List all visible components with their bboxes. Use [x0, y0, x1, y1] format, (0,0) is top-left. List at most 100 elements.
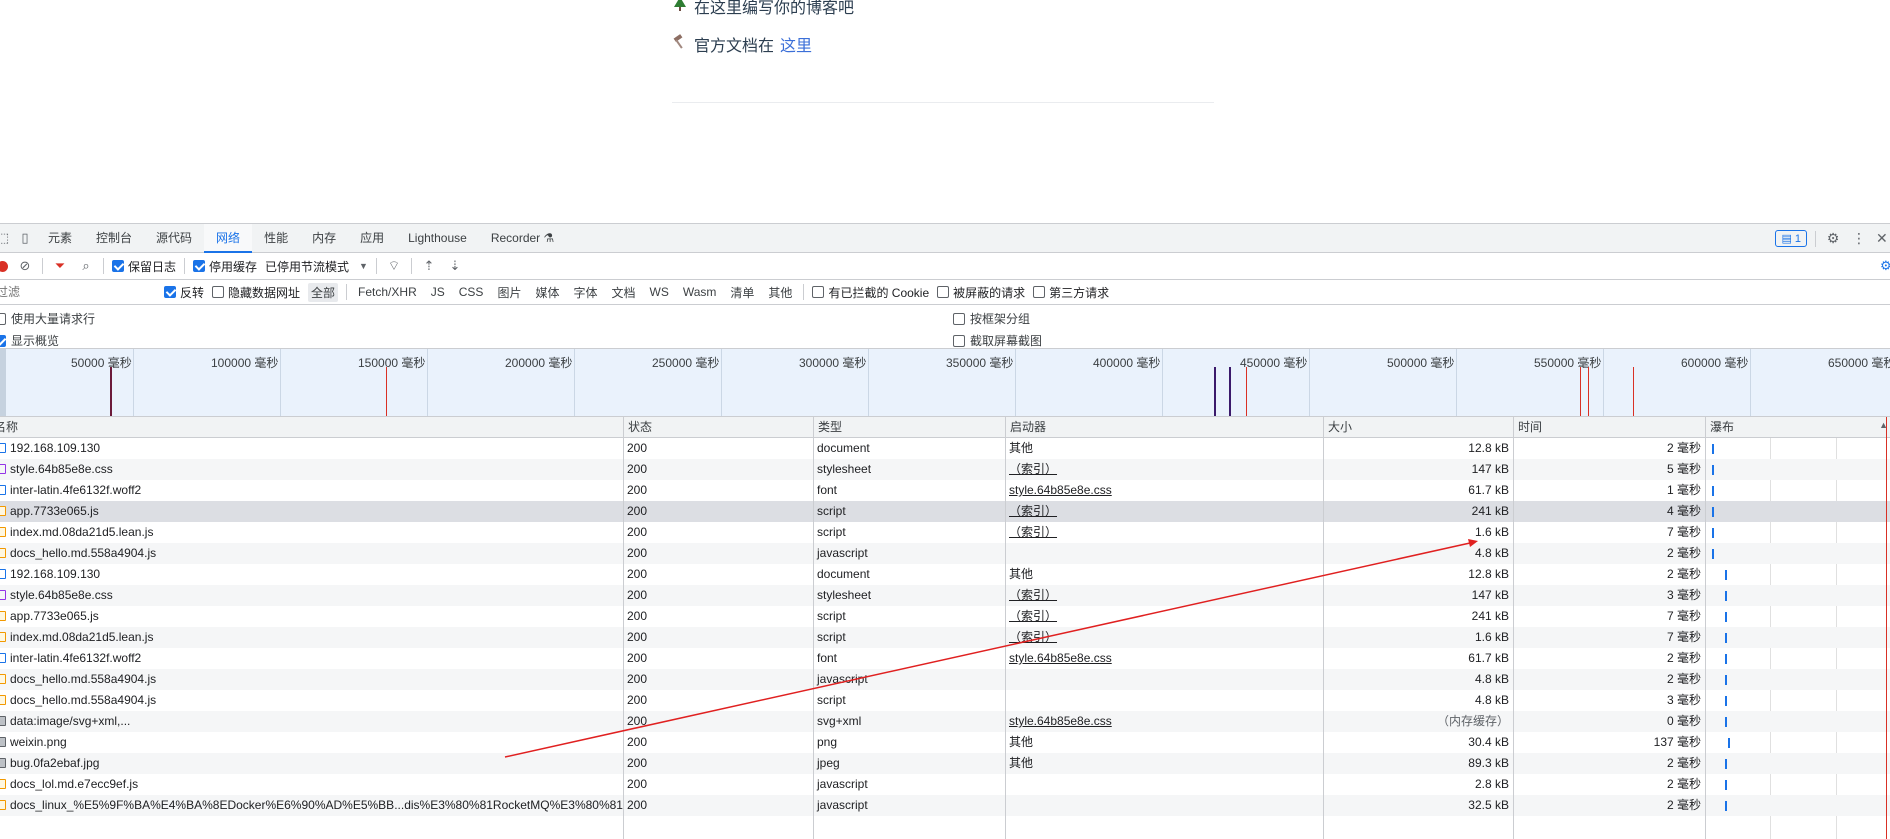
export-har-icon[interactable]: ⇣ [446, 258, 464, 274]
tab-console[interactable]: 控制台 [84, 224, 144, 253]
show-overview-check[interactable] [0, 334, 6, 347]
table-row[interactable]: inter-latin.4fe6132f.woff2 200 font style.6… [0, 480, 1890, 501]
type-filter-css[interactable]: CSS [456, 284, 487, 300]
table-row[interactable]: index.md.08da21d5.lean.js 200 script （索引） 1.… [0, 522, 1890, 543]
tab-application[interactable]: 应用 [348, 224, 396, 253]
hide-data-urls-checkbox[interactable]: 隐藏数据网址 [212, 284, 300, 301]
filter-input[interactable] [0, 282, 156, 302]
group-by-frame-check[interactable] [953, 312, 965, 325]
table-row[interactable]: docs_hello.md.558a4904.js 200 javascript 4.… [0, 543, 1890, 564]
issues-badge[interactable]: ▤ 1 [1775, 230, 1807, 247]
column-divider[interactable] [1005, 417, 1006, 839]
cell-initiator[interactable]: （索引） [1005, 585, 1323, 606]
invert-check[interactable] [164, 286, 176, 298]
cell-initiator[interactable]: （索引） [1005, 459, 1323, 480]
type-filter-media[interactable]: 媒体 [532, 283, 562, 302]
gear-icon[interactable]: ⚙ [1824, 230, 1842, 247]
type-filter-font[interactable]: 字体 [570, 283, 600, 302]
cell-initiator[interactable]: （索引） [1005, 627, 1323, 648]
cell-initiator[interactable]: style.64b85e8e.css [1005, 480, 1323, 501]
table-row[interactable]: docs_lol.md.e7ecc9ef.js 200 javascript 2.8 … [0, 774, 1890, 795]
type-filter-ws[interactable]: WS [647, 284, 672, 300]
tab-memory[interactable]: 内存 [300, 224, 348, 253]
column-header-size[interactable]: 大小 [1323, 417, 1513, 438]
blocked-cookies-check[interactable] [812, 286, 825, 298]
column-divider[interactable] [623, 417, 624, 839]
record-icon[interactable] [0, 260, 8, 272]
column-header-status[interactable]: 状态 [623, 417, 813, 438]
cell-initiator[interactable]: （索引） [1005, 501, 1323, 522]
big-rows-check[interactable] [0, 312, 6, 325]
cell-initiator[interactable]: style.64b85e8e.css [1005, 648, 1323, 669]
type-filter-js[interactable]: JS [428, 284, 448, 300]
table-row[interactable]: 192.168.109.130 200 document 其他 12.8 kB 2 毫秒 [0, 564, 1890, 585]
type-filter-wasm[interactable]: Wasm [680, 284, 720, 300]
type-filter-xhr[interactable]: Fetch/XHR [355, 284, 420, 300]
cell-initiator[interactable]: （索引） [1005, 522, 1323, 543]
table-row[interactable]: docs_linux_%E5%9F%BA%E4%BA%8EDocker%E6%9… [0, 795, 1890, 816]
table-row[interactable]: index.md.08da21d5.lean.js 200 script （索引） 1.… [0, 627, 1890, 648]
table-row[interactable]: docs_hello.md.558a4904.js 200 script 4.8 kB… [0, 690, 1890, 711]
disable-cache-check[interactable] [193, 260, 206, 272]
invert-checkbox[interactable]: 反转 [164, 284, 204, 301]
cell-initiator[interactable]: 其他 [1005, 564, 1323, 585]
column-header-waterfall[interactable]: 瀑布 [1705, 417, 1890, 438]
show-overview-checkbox[interactable]: 显示概览 [0, 332, 59, 349]
tab-lighthouse[interactable]: Lighthouse [396, 224, 479, 253]
table-row[interactable]: style.64b85e8e.css 200 stylesheet （索引） 147 k… [0, 585, 1890, 606]
inspect-element-icon[interactable]: ⬚ [0, 224, 14, 253]
third-party-checkbox[interactable]: 第三方请求 [1033, 284, 1109, 301]
settings-gear-icon[interactable]: ⚙ [1880, 258, 1890, 274]
column-header-type[interactable]: 类型 [813, 417, 1005, 438]
cell-initiator[interactable]: （索引） [1005, 606, 1323, 627]
table-row[interactable]: 192.168.109.130 200 document 其他 12.8 kB 2 毫秒 [0, 438, 1890, 459]
hide-data-urls-check[interactable] [212, 286, 225, 298]
type-filter-img[interactable]: 图片 [494, 283, 524, 302]
capture-screenshots-check[interactable] [953, 334, 965, 347]
more-options-icon[interactable]: ⋮ [1850, 230, 1868, 247]
third-party-check[interactable] [1033, 286, 1046, 298]
type-filter-other[interactable]: 其他 [765, 283, 795, 302]
table-row[interactable]: inter-latin.4fe6132f.woff2 200 font style.6… [0, 648, 1890, 669]
capture-screenshots-checkbox[interactable]: 截取屏幕截图 [953, 332, 1042, 349]
close-icon[interactable]: ✕ [1876, 230, 1886, 247]
table-row[interactable]: weixin.png 200 png 其他 30.4 kB 137 毫秒 [0, 732, 1890, 753]
blocked-cookies-checkbox[interactable]: 有已拦截的 Cookie [812, 284, 929, 301]
tab-performance[interactable]: 性能 [252, 224, 300, 253]
preserve-log-checkbox[interactable]: 保留日志 [112, 258, 176, 275]
device-toolbar-icon[interactable]: ▯ [14, 224, 36, 253]
table-row[interactable]: app.7733e065.js 200 script （索引） 241 kB 7 毫秒 [0, 606, 1890, 627]
search-icon[interactable]: ⌕ [77, 258, 95, 274]
docs-link[interactable]: 这里 [780, 32, 812, 56]
cell-initiator[interactable]: style.64b85e8e.css [1005, 711, 1323, 732]
table-row[interactable]: data:image/svg+xml,... 200 svg+xml style.64… [0, 711, 1890, 732]
table-row[interactable]: style.64b85e8e.css 200 stylesheet （索引） 147 k… [0, 459, 1890, 480]
big-rows-checkbox[interactable]: 使用大量请求行 [0, 310, 95, 327]
table-row[interactable]: bug.0fa2ebaf.jpg 200 jpeg 其他 89.3 kB 2 毫秒 [0, 753, 1890, 774]
blocked-requests-checkbox[interactable]: 被屏蔽的请求 [937, 284, 1025, 301]
cell-initiator[interactable]: 其他 [1005, 438, 1323, 459]
clear-icon[interactable]: ⊘ [16, 258, 34, 274]
column-divider[interactable] [1705, 417, 1706, 839]
column-divider[interactable] [813, 417, 814, 839]
column-divider[interactable] [1323, 417, 1324, 839]
cell-initiator[interactable]: 其他 [1005, 732, 1323, 753]
network-conditions-icon[interactable]: ⌔ [385, 258, 403, 274]
tab-sources[interactable]: 源代码 [144, 224, 204, 253]
filter-icon[interactable]: ⏷ [51, 258, 69, 274]
type-filter-manifest[interactable]: 清单 [727, 283, 757, 302]
type-filter-all[interactable]: 全部 [308, 282, 339, 302]
blocked-requests-check[interactable] [937, 286, 950, 298]
column-header-initiator[interactable]: 启动器 [1005, 417, 1323, 438]
disable-cache-checkbox[interactable]: 停用缓存 [193, 258, 257, 275]
column-divider[interactable] [1513, 417, 1514, 839]
network-overview[interactable]: 50000 毫秒 100000 毫秒 150000 毫秒 200000 毫秒 2… [0, 349, 1890, 417]
cell-initiator[interactable]: 其他 [1005, 753, 1323, 774]
column-header-name[interactable]: 名称 [0, 417, 623, 438]
table-row[interactable]: docs_hello.md.558a4904.js 200 javascript 4.… [0, 669, 1890, 690]
throttle-select[interactable]: 已停用节流模式 ▼ [265, 258, 368, 275]
column-header-time[interactable]: 时间 [1513, 417, 1705, 438]
tab-recorder[interactable]: Recorder ⚗ [479, 224, 566, 253]
tab-elements[interactable]: 元素 [36, 224, 84, 253]
overview-left-handle[interactable] [0, 349, 6, 416]
